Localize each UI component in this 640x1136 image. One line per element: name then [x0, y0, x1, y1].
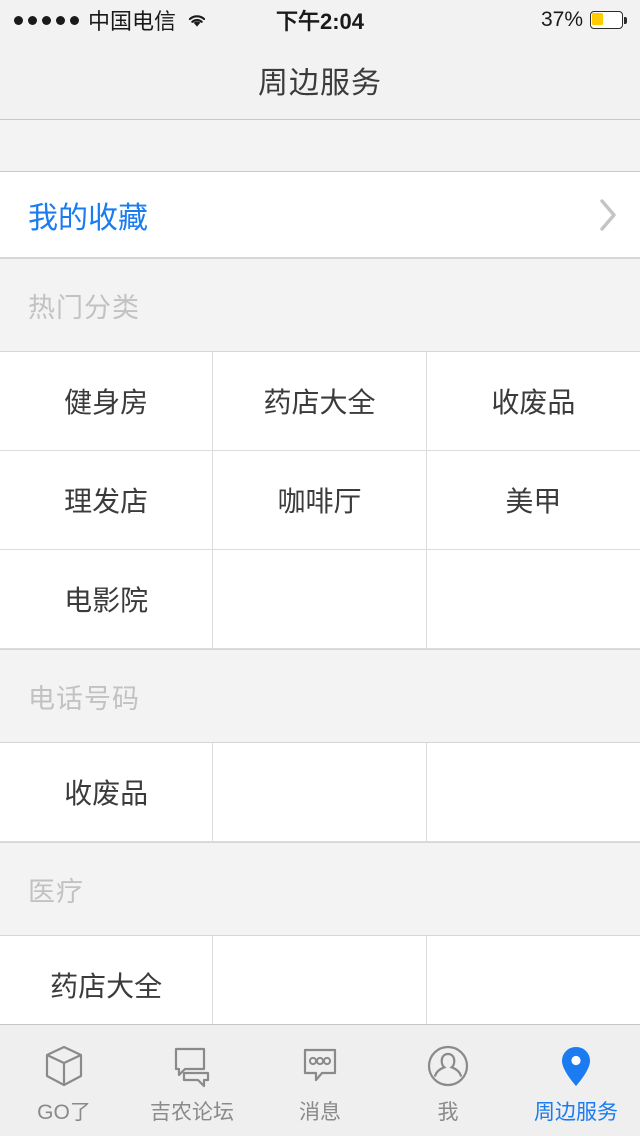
category-cell[interactable]: 健身房	[0, 352, 214, 451]
tab-3[interactable]: 消息	[256, 1025, 384, 1136]
chevron-right-icon	[598, 198, 618, 232]
category-sections: 热门分类 健身房 药店大全 收废品 理发店 咖啡厅 美甲 电影院 电话号码 收废品 医疗 药店大全	[0, 258, 640, 1024]
person-circle-icon	[424, 1042, 472, 1090]
tab-label: 吉农论坛	[150, 1100, 234, 1124]
cube-icon	[40, 1042, 88, 1090]
category-cell[interactable]: 收废品	[0, 743, 214, 842]
category-cell-empty	[426, 550, 640, 649]
tab-4[interactable]: 我	[384, 1025, 512, 1136]
category-cell[interactable]: 药店大全	[213, 352, 427, 451]
section-title: 医疗	[28, 876, 84, 907]
tab-1[interactable]: GO了	[0, 1025, 128, 1136]
category-cell-empty	[426, 936, 640, 1024]
category-grid-phone-numbers: 收废品	[0, 743, 640, 842]
tab-label: 消息	[299, 1100, 341, 1124]
wifi-icon	[185, 11, 209, 29]
message-dots-icon	[296, 1042, 344, 1090]
category-cell[interactable]: 药店大全	[0, 936, 214, 1024]
category-cell-empty	[213, 936, 427, 1024]
category-cell[interactable]: 电影院	[0, 550, 214, 649]
page-title: 周边服务	[258, 66, 382, 100]
navigation-bar: 周边服务	[0, 40, 640, 120]
category-cell[interactable]: 收废品	[426, 352, 640, 451]
status-bar-left: 中国电信	[14, 4, 209, 36]
section-header-phone-numbers: 电话号码	[0, 649, 640, 743]
battery-percent-label: 37%	[540, 8, 583, 31]
tab-label: GO了	[37, 1100, 91, 1124]
status-bar-right: 37%	[540, 8, 627, 32]
content-scroll-area[interactable]: 我的收藏 热门分类 健身房 药店大全 收废品 理发店 咖啡厅 美甲 电影院 电话号码 收废品 医疗药…	[0, 120, 640, 1024]
tab-5[interactable]: 周边服务	[512, 1025, 640, 1136]
category-cell[interactable]: 美甲	[426, 451, 640, 550]
chat-bubbles-icon	[168, 1042, 216, 1090]
tab-label: 周边服务	[534, 1100, 618, 1124]
battery-icon	[590, 11, 627, 29]
carrier-name: 中国电信	[88, 9, 177, 34]
tab-label: 我	[437, 1100, 459, 1124]
map-pin-icon	[552, 1042, 600, 1090]
tab-2[interactable]: 吉农论坛	[128, 1025, 256, 1136]
app-root: 中国电信 下午2:04 37% 周边服务 我的收藏 热门分类 健身房 药店大全 …	[0, 0, 640, 1136]
my-favorites-row[interactable]: 我的收藏	[0, 172, 640, 258]
category-cell[interactable]: 理发店	[0, 451, 214, 550]
signal-strength-dots	[14, 15, 79, 25]
section-title: 热门分类	[28, 292, 140, 323]
tab-bar: GO了 吉农论坛 消息 我 周边服务	[0, 1024, 640, 1136]
category-cell[interactable]: 咖啡厅	[213, 451, 427, 550]
section-header-hot-categories: 热门分类	[0, 258, 640, 352]
section-title: 电话号码	[28, 683, 140, 714]
my-favorites-label: 我的收藏	[28, 201, 148, 235]
category-grid-hot-categories: 健身房 药店大全 收废品理发店 咖啡厅 美甲电影院	[0, 352, 640, 649]
category-cell-empty	[213, 550, 427, 649]
status-bar: 中国电信 下午2:04 37%	[0, 0, 640, 40]
section-header-medical: 医疗	[0, 842, 640, 936]
top-spacer-band	[0, 120, 640, 172]
category-cell-empty	[213, 743, 427, 842]
category-cell-empty	[426, 743, 640, 842]
category-grid-medical: 药店大全	[0, 936, 640, 1024]
